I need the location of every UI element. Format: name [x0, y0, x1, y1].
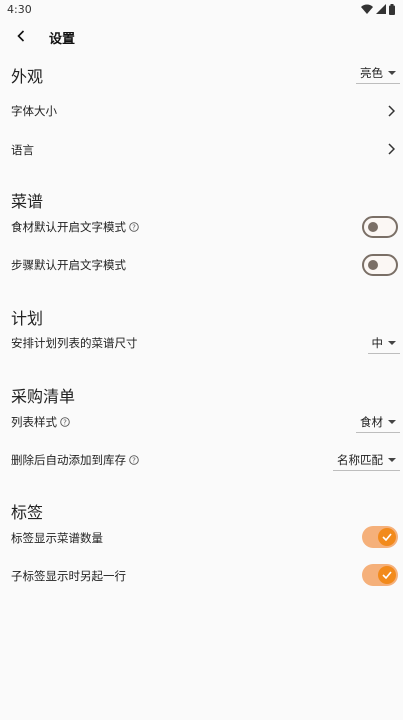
help-icon[interactable]: ?	[129, 222, 139, 232]
signal-icon	[376, 4, 386, 14]
switch-thumb	[378, 566, 396, 584]
ingredient-text-mode-label: 食材默认开启文字模式 ?	[11, 219, 139, 235]
theme-dropdown[interactable]: 亮色	[356, 62, 400, 84]
switch-thumb	[368, 260, 378, 270]
caret-down-icon	[388, 457, 396, 462]
list-style-value: 食材	[360, 414, 383, 429]
battery-icon	[389, 3, 395, 15]
auto-add-value: 名称匹配	[337, 452, 383, 467]
auto-add-dropdown[interactable]: 名称匹配	[333, 449, 400, 471]
recipe-size-dropdown[interactable]: 中	[367, 332, 400, 354]
back-button[interactable]	[10, 24, 32, 48]
status-bar: 4:30	[0, 0, 403, 20]
list-style-text: 列表样式	[11, 415, 57, 429]
svg-text:?: ?	[132, 457, 136, 465]
help-icon[interactable]: ?	[129, 455, 139, 465]
check-icon	[382, 533, 392, 541]
step-text-mode-label: 步骤默认开启文字模式	[11, 258, 126, 272]
switch-thumb	[378, 528, 396, 546]
language-row[interactable]	[385, 142, 397, 156]
step-text-mode-switch[interactable]	[362, 254, 398, 276]
svg-text:?: ?	[63, 419, 67, 427]
subtag-new-line-label: 子标签显示时另起一行	[11, 569, 126, 583]
help-icon[interactable]: ?	[60, 417, 70, 427]
list-style-dropdown[interactable]: 食材	[356, 411, 400, 433]
ingredient-text-mode-switch[interactable]	[362, 216, 398, 238]
auto-add-label: 删除后自动添加到库存 ?	[11, 452, 139, 468]
subtag-new-line-switch[interactable]	[362, 564, 398, 586]
list-style-label: 列表样式 ?	[11, 414, 70, 430]
ingredient-text-mode-text: 食材默认开启文字模式	[11, 220, 126, 234]
caret-down-icon	[388, 340, 396, 345]
section-title-recipes: 菜谱	[11, 192, 44, 211]
app-bar: 设置	[0, 20, 403, 52]
section-title-shopping-list: 采购清单	[11, 387, 76, 406]
auto-add-text: 删除后自动添加到库存	[11, 453, 126, 467]
caret-down-icon	[388, 70, 396, 75]
page-title: 设置	[49, 32, 76, 47]
chevron-right-icon	[387, 105, 395, 117]
show-recipe-count-label: 标签显示菜谱数量	[11, 531, 103, 545]
recipe-size-value: 中	[371, 335, 384, 350]
check-icon	[382, 571, 392, 579]
section-title-tags: 标签	[11, 503, 44, 522]
language-label: 语言	[11, 143, 34, 157]
back-arrow-icon	[17, 30, 25, 42]
font-size-label: 字体大小	[11, 104, 57, 118]
section-title-plan: 计划	[11, 309, 44, 328]
theme-dropdown-value: 亮色	[360, 65, 383, 80]
section-title-appearance: 外观	[11, 67, 44, 86]
recipe-size-label: 安排计划列表的菜谱尺寸	[11, 336, 138, 350]
svg-text:?: ?	[132, 224, 136, 232]
show-recipe-count-switch[interactable]	[362, 526, 398, 548]
caret-down-icon	[388, 419, 396, 424]
switch-thumb	[368, 222, 378, 232]
status-icons	[361, 3, 395, 15]
wifi-icon	[361, 4, 373, 14]
chevron-right-icon	[387, 143, 395, 155]
font-size-row[interactable]	[385, 104, 397, 118]
status-time: 4:30	[7, 3, 32, 16]
